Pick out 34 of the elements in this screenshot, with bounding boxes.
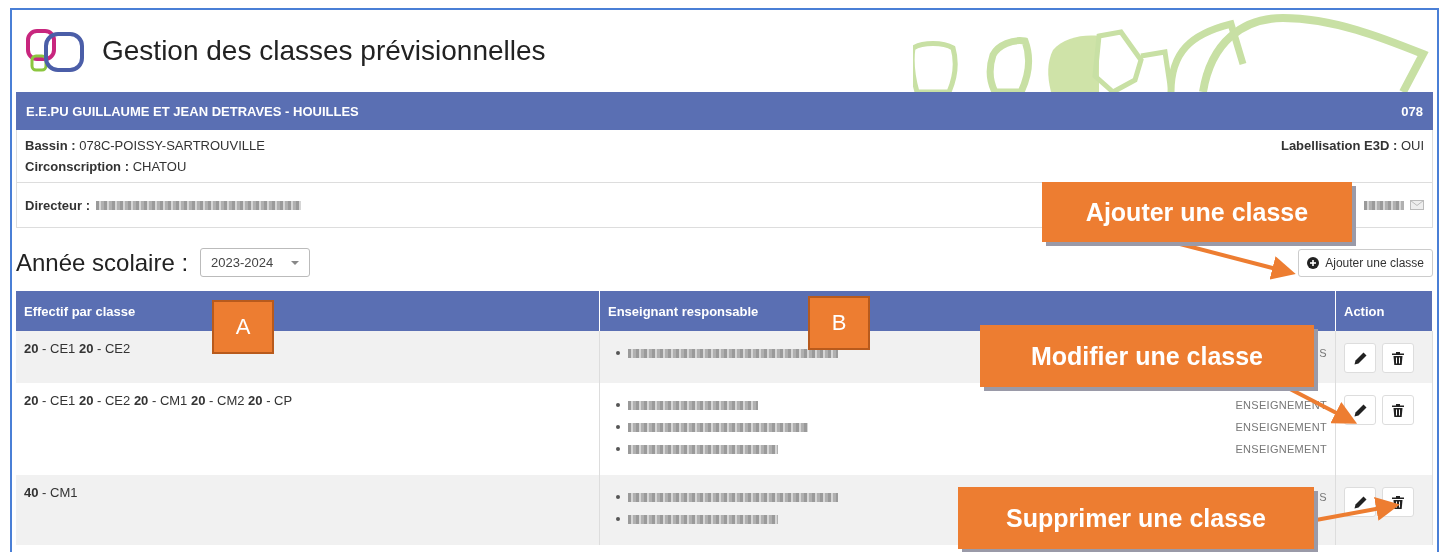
bullet-icon — [616, 403, 620, 407]
edit-button[interactable] — [1344, 343, 1376, 373]
year-select[interactable]: 2023-2024 — [200, 248, 311, 277]
circonscription-text: Circonscription : CHATOU — [25, 159, 188, 174]
bassin-text: Bassin : 078C-POISSY-SARTROUVILLE — [25, 138, 265, 153]
teacher-role: ENSEIGNEMENT — [1235, 443, 1327, 455]
bullet-icon — [616, 425, 620, 429]
page-title: Gestion des classes prévisionnelles — [102, 35, 546, 67]
pencil-icon — [1353, 403, 1367, 417]
pencil-icon — [1353, 495, 1367, 509]
add-class-button[interactable]: Ajouter une classe — [1298, 248, 1433, 277]
delete-button[interactable] — [1382, 343, 1414, 373]
marker-label: B — [808, 296, 870, 350]
delete-button[interactable] — [1382, 395, 1414, 425]
trash-icon — [1392, 351, 1404, 365]
bullet-icon — [616, 495, 620, 499]
school-name: E.E.PU GUILLAUME ET JEAN DETRAVES - HOUILLES — [26, 103, 359, 119]
teacher-role: ENSEIGNEMENT — [1235, 421, 1327, 433]
trash-icon — [1392, 403, 1404, 417]
bullet-icon — [616, 447, 620, 451]
year-label: Année scolaire : — [16, 248, 189, 277]
director-label: Directeur : — [25, 197, 91, 213]
bullet-icon — [616, 351, 620, 355]
blurred-email — [1364, 200, 1404, 210]
teacher-role: S — [1319, 491, 1327, 503]
class-count-cell: 40 - CM1 — [16, 475, 600, 545]
trash-icon — [1392, 495, 1404, 509]
pencil-icon — [1353, 351, 1367, 365]
column-header: Action — [1335, 291, 1433, 331]
bullet-icon — [616, 517, 620, 521]
teacher-role: S — [1319, 347, 1327, 359]
labellisation-text: Labellisation E3D : OUI — [1280, 138, 1424, 155]
school-code: 078 — [1401, 103, 1423, 119]
plus-circle-icon — [1307, 256, 1320, 269]
